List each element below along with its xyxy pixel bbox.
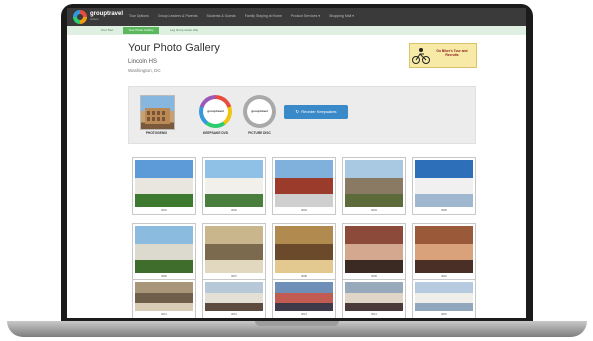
laptop-notch (255, 321, 339, 326)
sponsor-banner[interactable]: Go Biker's Tour and Recruits (409, 43, 477, 68)
colosseum-icon (145, 108, 170, 124)
nav-item[interactable]: Tour Options (129, 14, 149, 19)
nav-menu: Tour Options Group Leaders & Parents Stude… (129, 14, 354, 19)
students-group-photo[interactable] (415, 226, 473, 273)
photo-thumbnail[interactable]: 0005 (412, 157, 476, 215)
page-title: Your Photo Gallery (128, 42, 220, 54)
refresh-icon: ↻ (295, 109, 300, 114)
laptop-screen: grouptravel videos Tour Options Group Lea… (67, 8, 526, 318)
keepsake-dvd-logo: grouptravel (207, 109, 224, 113)
school-name: Lincoln HS (128, 59, 158, 65)
photo-thumbnail[interactable]: 0010 (412, 223, 476, 281)
painting-interior-photo[interactable] (275, 226, 333, 273)
photo-thumbnail[interactable]: 0007 (202, 223, 266, 281)
crowd-street-photo[interactable] (345, 282, 403, 311)
tab-photo-gallery[interactable]: Your Photo Gallery (123, 27, 159, 34)
photo-caption: 0003 (301, 209, 307, 212)
nav-item[interactable]: Family Staying at Home (245, 14, 282, 19)
photo-thumbnail[interactable]: 0015 (412, 279, 476, 318)
nav-item[interactable]: Students & Guests (207, 14, 236, 19)
capitol-trees-photo[interactable] (135, 226, 193, 273)
photogenix-label: PHOTOGENIX (145, 131, 168, 135)
tab-log-out[interactable]: Log Out (Lincoln HS) (163, 27, 205, 34)
photo-caption: 0002 (231, 209, 237, 212)
rotunda-ceiling-photo[interactable] (205, 226, 263, 273)
jefferson-memorial-photo[interactable] (205, 160, 263, 207)
photo-thumbnail[interactable]: 0003 (272, 157, 336, 215)
photo-thumbnail[interactable]: 0002 (202, 157, 266, 215)
picture-disc-icon[interactable]: grouptravel (243, 95, 276, 128)
picture-disc-logo: grouptravel (251, 109, 268, 113)
capitol-dome-photo[interactable] (415, 160, 473, 207)
sponsor-text: Go Biker's Tour and Recruits (436, 49, 468, 57)
reorder-keepsakes-button[interactable]: ↻ Reorder Keepsakes (284, 105, 348, 119)
picture-disc-label: PICTURE DISC (248, 131, 271, 135)
photogenix-thumb[interactable] (140, 95, 175, 130)
photo-thumbnail[interactable]: 0009 (342, 223, 406, 281)
photo-thumbnail[interactable]: 0004 (342, 157, 406, 215)
photo-thumbnail[interactable]: 0013 (272, 279, 336, 318)
biker-icon (412, 48, 430, 64)
photo-caption: 0013 (301, 313, 307, 316)
nav-item[interactable]: Group Leaders & Parents (158, 14, 198, 19)
photo-caption: 0004 (371, 209, 377, 212)
capitol-building-photo[interactable] (135, 160, 193, 207)
brand-subtitle: videos (90, 17, 99, 21)
red-brick-building-photo[interactable] (275, 160, 333, 207)
nav-item[interactable]: Shopping Mall ▾ (329, 14, 354, 19)
photo-thumbnail[interactable]: 0011 (132, 279, 196, 318)
rotunda-photo[interactable] (135, 282, 193, 311)
photo-thumbnail[interactable]: 0012 (202, 279, 266, 318)
capitol-dome-2-photo[interactable] (415, 282, 473, 311)
keepsakes-panel: PHOTOGENIX grouptravel KEEPSAKE DVD grou… (128, 86, 476, 144)
photo-caption: 0012 (231, 313, 237, 316)
photo-caption: 0014 (371, 313, 377, 316)
reorder-keepsakes-label: Reorder Keepsakes (301, 109, 337, 114)
photo-caption: 0011 (161, 313, 167, 316)
photo-caption: 0015 (441, 313, 447, 316)
nav-item[interactable]: Product Services ▾ (291, 14, 320, 19)
photo-thumbnail[interactable]: 0014 (342, 279, 406, 318)
keepsake-dvd-icon[interactable]: grouptravel (199, 95, 232, 128)
sub-navbar: Your Tour Your Photo Gallery Log Out (Li… (67, 26, 526, 35)
keepsake-dvd-label: KEEPSAKE DVD (202, 131, 229, 135)
photo-thumbnail[interactable]: 0001 (132, 157, 196, 215)
building-crowd-photo[interactable] (205, 282, 263, 311)
photo-thumbnail[interactable]: 0006 (132, 223, 196, 281)
cathedral-photo[interactable] (345, 160, 403, 207)
photo-thumbnail[interactable]: 0008 (272, 223, 336, 281)
school-location: Washington, DC (128, 68, 161, 73)
students-selfie-photo[interactable] (345, 226, 403, 273)
photo-caption: 0001 (161, 209, 167, 212)
crowd-photo[interactable] (275, 282, 333, 311)
brand-logo-icon[interactable] (73, 10, 87, 24)
top-navbar: grouptravel videos Tour Options Group Lea… (67, 8, 526, 26)
photo-caption: 0005 (441, 209, 447, 212)
tab-your-tour[interactable]: Your Tour (95, 27, 119, 34)
